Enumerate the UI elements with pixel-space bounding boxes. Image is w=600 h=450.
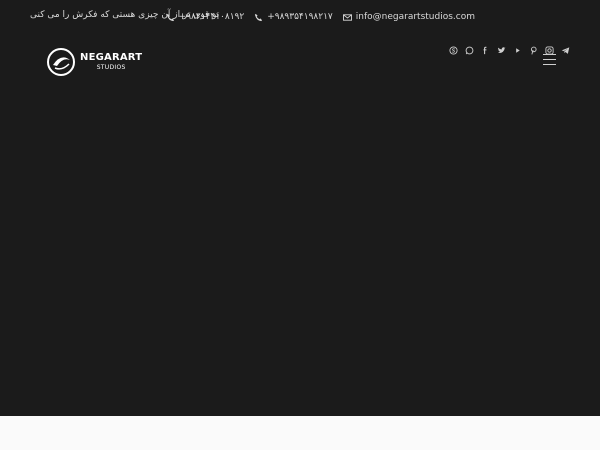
logo-mark-icon: [47, 48, 75, 76]
menu-line: [543, 64, 556, 65]
email-text: info@negarartstudios.com: [355, 12, 475, 22]
logo-subtitle: STUDIOS: [96, 64, 126, 71]
pinterest-icon[interactable]: [529, 46, 538, 55]
envelope-icon: [342, 13, 352, 21]
skype-icon[interactable]: [449, 46, 458, 55]
facebook-icon[interactable]: [481, 46, 490, 55]
youtube-icon[interactable]: [513, 46, 522, 55]
logo-text: NEGARART STUDIOS: [80, 53, 142, 71]
content-area: [0, 416, 600, 450]
twitter-icon[interactable]: [497, 46, 506, 55]
whatsapp-icon[interactable]: [465, 46, 474, 55]
menu-line: [543, 54, 556, 55]
phone-icon: [255, 13, 263, 21]
phone1-item[interactable]: +۹۸۹۳۵۴۱۹۸۲۱۷: [254, 12, 333, 22]
site-logo[interactable]: NEGARART STUDIOS: [46, 46, 142, 78]
slogan-text: تو قوی تر از آن چیزی هستی که فکرش را می …: [30, 10, 220, 20]
email-item[interactable]: info@negarartstudios.com: [342, 12, 475, 22]
logo-name: NEGARART: [80, 52, 143, 63]
hamburger-menu-icon[interactable]: [543, 54, 556, 65]
telegram-icon[interactable]: [561, 46, 570, 55]
phone1-text: +۹۸۹۳۵۴۱۹۸۲۱۷: [267, 12, 333, 22]
menu-line: [543, 59, 556, 60]
